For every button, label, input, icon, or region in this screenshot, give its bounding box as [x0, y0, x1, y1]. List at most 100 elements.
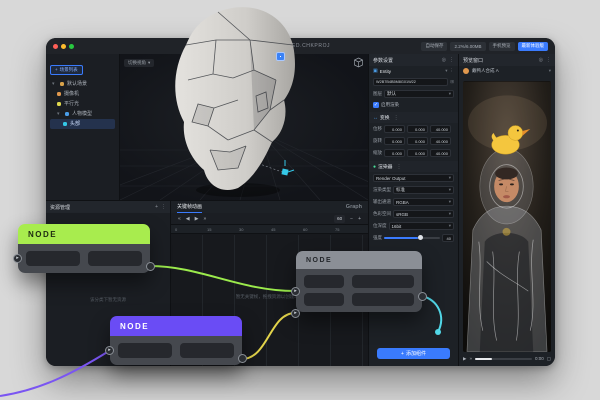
color-space-select[interactable]: sRGB ▾	[393, 210, 454, 218]
frame-counter[interactable]: 60	[334, 214, 346, 223]
kebab-menu-icon[interactable]: ⋮	[449, 57, 454, 63]
selection-handle[interactable]	[276, 52, 285, 61]
render-output-value: Render Output	[376, 175, 406, 181]
mobile-preview-button[interactable]: 手机预览	[488, 41, 515, 51]
kebab-menu-icon[interactable]: ⋮	[394, 115, 399, 121]
jump-start-button[interactable]: «	[178, 216, 181, 222]
prev-frame-button[interactable]: ◀	[186, 216, 190, 222]
select-tool-button[interactable]: ▸	[215, 58, 225, 68]
output-channel-select[interactable]: RGBA ▾	[393, 198, 454, 206]
input-port[interactable]: ▸	[13, 254, 22, 263]
renderer-section-header[interactable]: ● 渲染器 ⋮	[369, 161, 458, 172]
world-space-dropdown[interactable]: 世界 ▾	[251, 59, 273, 67]
node-slot[interactable]	[118, 343, 172, 358]
close-window-button[interactable]	[53, 43, 58, 49]
input-port[interactable]: ▸	[291, 309, 300, 318]
chevron-down-icon[interactable]: ▾	[445, 68, 447, 74]
maximize-window-button[interactable]	[69, 43, 74, 49]
node-header[interactable]: NODE	[18, 224, 150, 244]
translate-x-input[interactable]: 0.000	[384, 125, 405, 133]
playback-progress[interactable]	[474, 357, 532, 360]
translate-y-input[interactable]: 0.000	[407, 125, 428, 133]
add-asset-icon[interactable]: +	[155, 204, 158, 210]
enable-render-checkbox[interactable]: ✓	[373, 102, 379, 108]
rotate-x-input[interactable]: 0.000	[384, 137, 405, 145]
sidebar-item-head[interactable]: 头部	[50, 118, 115, 129]
scene-list-button[interactable]: + 场景列表	[50, 64, 83, 75]
node-slot[interactable]	[352, 275, 414, 288]
sidebar-item-camera[interactable]: 摄像机	[50, 89, 115, 99]
pin-icon[interactable]: ◎	[442, 57, 446, 63]
node-slot[interactable]	[352, 293, 414, 306]
kebab-menu-icon[interactable]: ⋮	[546, 57, 551, 63]
rotate-y-input[interactable]: 0.000	[407, 137, 428, 145]
name-input[interactable]: W2B7B4B5M8G01W22	[373, 78, 449, 86]
kebab-menu-icon[interactable]: ⋮	[396, 164, 401, 170]
caret-right-icon[interactable]: ▾	[57, 111, 62, 117]
viewport-3d[interactable]: 切换视角 ▾ ▸ ↔ ● 世界 ▾	[120, 54, 368, 200]
strength-label: 强度	[373, 235, 382, 240]
play-icon[interactable]: ▶	[463, 356, 466, 362]
layer-select[interactable]: 默认 ▾	[384, 90, 454, 98]
pin-icon[interactable]: ◎	[539, 57, 543, 63]
layer-value: 默认	[387, 91, 396, 96]
output-port[interactable]	[146, 262, 155, 271]
tab-graph[interactable]: Graph	[346, 204, 362, 210]
translate-z-input[interactable]: 40.000	[430, 125, 451, 133]
add-component-button[interactable]: + 添加组件	[377, 348, 450, 359]
view-cube[interactable]	[353, 57, 364, 69]
kebab-menu-icon[interactable]: ⋮	[161, 204, 166, 210]
input-port[interactable]: ▸	[291, 287, 300, 296]
sidebar-item-character[interactable]: ▾ 人物模型	[50, 109, 115, 119]
rotate-z-input[interactable]: 40.000	[430, 137, 451, 145]
scale-x-input[interactable]: 0.000	[384, 149, 405, 157]
entity-row[interactable]: ▣ Entity ▾ ⋮	[369, 66, 458, 76]
scale-z-input[interactable]: 40.000	[430, 149, 451, 157]
node-slot[interactable]	[180, 343, 234, 358]
preview-source-dropdown[interactable]: 戴鸭人合成 A ▾	[459, 66, 555, 76]
node-header[interactable]: NODE	[110, 316, 242, 336]
node-slot[interactable]	[88, 251, 142, 266]
node-card-purple[interactable]: NODE ▸	[105, 316, 247, 365]
preview-header: 预览窗口 ◎ ⋮	[459, 54, 555, 66]
node-card-gray[interactable]: NODE ▸ ▸	[291, 251, 427, 318]
chevron-down-icon[interactable]: ▾	[52, 81, 57, 87]
strength-slider[interactable]	[384, 235, 440, 240]
rotate-tool-button[interactable]: ●	[239, 58, 249, 68]
tab-keyframe-animation[interactable]: 关键帧动画	[177, 201, 203, 213]
timeline-ruler[interactable]: 0 15 30 45 60 75	[171, 225, 368, 234]
render-output-select[interactable]: Render Output ▾	[373, 174, 454, 182]
transform-section-header[interactable]: ↔ 变换 ⋮	[369, 112, 458, 123]
autosave-button[interactable]: 自动保存	[421, 41, 448, 51]
sidebar-item-light[interactable]: 平行光	[50, 99, 115, 109]
chevron-down-icon: ▾	[448, 223, 451, 228]
mesh-icon	[63, 121, 67, 126]
output-port[interactable]	[418, 292, 427, 301]
minimize-window-button[interactable]	[61, 43, 66, 49]
play-button[interactable]: ▶	[195, 216, 199, 222]
output-channel-row: 输出通道 RGBA ▾	[369, 196, 458, 208]
render-type-select[interactable]: 标准 ▾	[393, 186, 454, 194]
node-slot[interactable]	[26, 251, 80, 266]
sidebar-item-scene[interactable]: ▾ 默认场景	[50, 79, 115, 89]
zoom-in-icon[interactable]: +	[358, 216, 361, 222]
view-switch-button[interactable]: 切换视角 ▾	[124, 59, 155, 67]
node-slot[interactable]	[304, 293, 344, 306]
output-port[interactable]	[238, 354, 247, 363]
move-tool-button[interactable]: ↔	[227, 58, 237, 68]
chevron-down-icon: ▾	[448, 211, 451, 216]
copy-icon[interactable]: ⊞	[450, 79, 454, 85]
strength-value-input[interactable]: 40	[442, 234, 454, 242]
zoom-out-icon[interactable]: −	[350, 216, 353, 222]
scale-y-input[interactable]: 0.000	[407, 149, 428, 157]
next-frame-icon[interactable]: »	[469, 356, 472, 361]
bit-depth-select[interactable]: 16bit ▾	[388, 222, 454, 230]
kebab-menu-icon[interactable]: ⋮	[450, 68, 455, 74]
fullscreen-icon[interactable]: ▢	[547, 356, 551, 362]
version-button[interactable]: 最新体验版	[517, 41, 548, 51]
node-card-green[interactable]: NODE ▸	[13, 224, 155, 273]
node-header[interactable]: NODE	[296, 251, 422, 269]
node-slot[interactable]	[304, 275, 344, 288]
input-port[interactable]: ▸	[105, 346, 114, 355]
jump-end-button[interactable]: »	[204, 216, 207, 222]
